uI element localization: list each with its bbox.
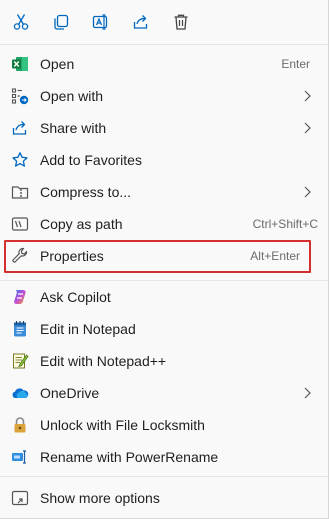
- share-with-icon: [11, 119, 29, 137]
- separator: [0, 280, 328, 281]
- separator: [0, 476, 328, 477]
- menu-item-properties[interactable]: Properties Alt+Enter: [4, 241, 324, 271]
- open-with-icon: [11, 87, 29, 105]
- chevron-right-icon: [304, 122, 311, 134]
- menu-item-label: Copy as path: [40, 216, 123, 232]
- copy-button[interactable]: [48, 9, 74, 35]
- notepadpp-icon: [11, 352, 29, 370]
- menu-item-label: Open with: [40, 88, 104, 104]
- shortcut-label: Ctrl+Shift+C: [252, 217, 318, 231]
- menu-item-open[interactable]: Open Enter: [4, 49, 324, 79]
- menu-item-label: Edit in Notepad: [40, 321, 136, 337]
- wrench-icon: [11, 247, 29, 265]
- separator: [0, 44, 328, 45]
- menu-item-edit-with-notepadpp[interactable]: Edit with Notepad++: [4, 346, 324, 376]
- more-options-icon: [11, 489, 29, 507]
- menu-item-label: OneDrive: [40, 385, 100, 401]
- menu-item-edit-in-notepad[interactable]: Edit in Notepad: [4, 314, 324, 344]
- context-menu: Open Enter Open with Share with Add to F…: [0, 0, 329, 519]
- menu-item-rename-with-powerrename[interactable]: Rename with PowerRename: [4, 442, 324, 472]
- menu-item-onedrive[interactable]: OneDrive: [4, 378, 324, 408]
- scissors-icon: [13, 14, 29, 30]
- copy-icon: [54, 14, 69, 30]
- menu-item-label: Rename with PowerRename: [40, 449, 219, 465]
- powerrename-icon: [11, 448, 29, 466]
- cut-button[interactable]: [8, 9, 34, 35]
- menu-item-label: Unlock with File Locksmith: [40, 417, 205, 433]
- menu-item-label: Ask Copilot: [40, 289, 111, 305]
- lock-icon: [11, 416, 29, 434]
- delete-button[interactable]: [168, 9, 194, 35]
- trash-icon: [174, 14, 188, 30]
- menu-item-label: Properties: [40, 248, 104, 264]
- rename-button[interactable]: [88, 9, 114, 35]
- chevron-right-icon: [304, 387, 311, 399]
- chevron-right-icon: [304, 186, 311, 198]
- star-icon: [11, 151, 29, 169]
- menu-item-show-more-options[interactable]: Show more options: [4, 483, 324, 513]
- menu-item-label: Share with: [40, 120, 107, 136]
- menu-item-label: Show more options: [40, 490, 160, 506]
- menu-item-add-to-favorites[interactable]: Add to Favorites: [4, 145, 324, 175]
- menu-item-share-with[interactable]: Share with: [4, 113, 324, 143]
- path-icon: [11, 215, 29, 233]
- menu-item-label: Open: [40, 56, 75, 72]
- menu-item-ask-copilot[interactable]: Ask Copilot: [4, 282, 324, 312]
- menu-item-label: Add to Favorites: [40, 152, 142, 168]
- quick-actions-toolbar: [0, 0, 329, 44]
- menu-item-compress-to[interactable]: Compress to...: [4, 177, 324, 207]
- menu-item-open-with[interactable]: Open with: [4, 81, 324, 111]
- chevron-right-icon: [304, 90, 311, 102]
- rename-icon: [92, 14, 108, 30]
- menu-item-unlock-with-file-locksmith[interactable]: Unlock with File Locksmith: [4, 410, 324, 440]
- excel-icon: [11, 55, 29, 73]
- share-button[interactable]: [128, 9, 154, 35]
- menu-item-copy-as-path[interactable]: Copy as path Ctrl+Shift+C: [4, 209, 324, 239]
- shortcut-label: Enter: [281, 57, 310, 71]
- share-icon: [133, 15, 148, 29]
- menu-item-label: Edit with Notepad++: [40, 353, 167, 369]
- zip-folder-icon: [11, 183, 29, 201]
- copilot-icon: [11, 288, 29, 306]
- menu-item-label: Compress to...: [40, 184, 132, 200]
- notepad-icon: [11, 320, 29, 338]
- shortcut-label: Alt+Enter: [250, 249, 300, 263]
- onedrive-icon: [11, 384, 29, 402]
